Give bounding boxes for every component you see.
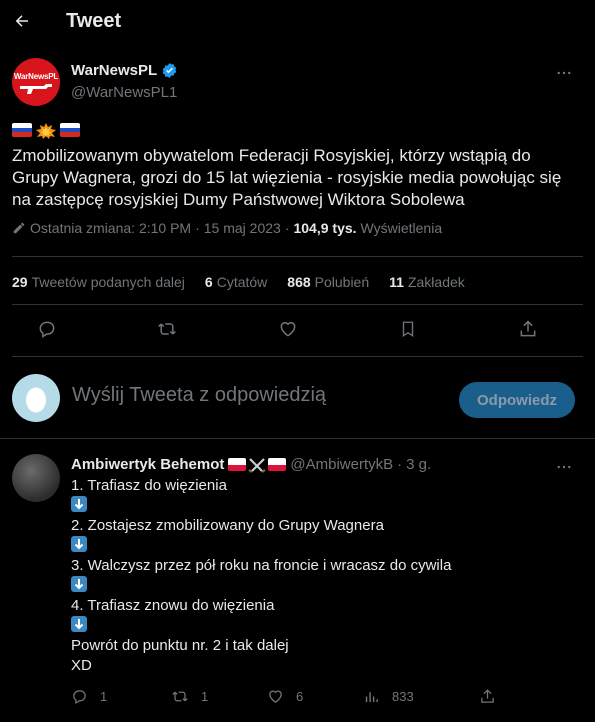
meta-separator: · <box>284 220 290 236</box>
rifle-icon <box>20 83 52 94</box>
divider <box>12 356 583 357</box>
likes-count: 868 <box>287 274 311 290</box>
down-arrow-icon <box>71 616 541 636</box>
reply-line: 4. Trafiasz znowu do więzienia <box>71 597 275 614</box>
tweet-author: WarNewsPL WarNewsPL @WarNewsPL1 <box>12 58 583 108</box>
tweet-meta: Ostatnia zmiana: 2:10 PM · 15 maj 2023 ·… <box>12 220 442 236</box>
reply-icon[interactable] <box>36 318 58 340</box>
emoji-row <box>12 123 80 139</box>
reply-views-action[interactable]: 833 <box>363 688 479 705</box>
retweets-label: Tweetów podanych dalej <box>31 274 185 290</box>
avatar[interactable]: WarNewsPL <box>12 58 60 106</box>
tweet-stats: 29 Tweetów podanych dalej 6 Cytatów 868 Pol… <box>12 274 465 290</box>
reply-button[interactable]: Odpowiedz <box>459 382 575 418</box>
reply-composer: Odpowiedz <box>12 370 575 426</box>
divider <box>0 438 595 439</box>
like-count: 6 <box>296 689 304 704</box>
avatar[interactable] <box>12 454 60 502</box>
poland-flag-icon <box>228 458 247 471</box>
default-avatar-egg-icon <box>12 374 60 422</box>
views-label: Wyświetlenia <box>360 220 443 236</box>
likes-label: Polubień <box>314 274 370 290</box>
poland-flag-icon <box>268 458 287 471</box>
reply-line: 2. Zostajesz zmobilizowany do Grupy Wagn… <box>71 517 384 534</box>
like-heart-icon[interactable] <box>267 688 284 705</box>
russia-flag-icon <box>12 123 32 137</box>
quotes-count: 6 <box>204 274 213 290</box>
edited-label[interactable]: Ostatnia zmiana: 2:10 PM <box>30 220 191 236</box>
reply-input[interactable] <box>72 384 442 407</box>
retweet-icon[interactable] <box>156 318 178 340</box>
quotes-stat[interactable]: 6 Cytatów <box>205 274 267 290</box>
name-emojis <box>228 457 287 473</box>
down-arrow-icon <box>71 576 541 596</box>
reply-line: 1. Trafiasz do więzienia <box>71 477 227 494</box>
meta-separator: · <box>397 456 403 473</box>
likes-stat[interactable]: 868 Polubień <box>287 274 369 290</box>
retweets-count: 29 <box>12 274 28 290</box>
russia-flag-icon <box>60 123 80 137</box>
share-icon[interactable] <box>517 318 539 340</box>
divider <box>12 304 583 305</box>
page-title: Tweet <box>66 9 122 32</box>
reply-text: 1. Trafiasz do więzienia 2. Zostajesz zm… <box>71 476 541 676</box>
tweet-date[interactable]: 15 maj 2023 <box>204 220 281 236</box>
bookmarks-label: Zakładek <box>407 274 465 290</box>
divider <box>12 256 583 257</box>
more-options-icon[interactable] <box>553 456 575 478</box>
reply-line: Powrót do punktu nr. 2 i tak dalej <box>71 637 289 654</box>
views-count: 104,9 tys. <box>293 220 357 236</box>
more-options-icon[interactable] <box>553 62 575 84</box>
like-heart-icon[interactable] <box>277 318 299 340</box>
tweet-action-bar <box>36 318 539 340</box>
avatar-logo-text: WarNewsPL <box>13 71 59 81</box>
retweets-stat[interactable]: 29 Tweetów podanych dalej <box>12 274 185 290</box>
reply-action-bar: 1 1 6 833 <box>71 688 496 705</box>
share-icon[interactable] <box>479 688 496 705</box>
reply-reply-action[interactable]: 1 <box>71 688 171 705</box>
quotes-label: Cytatów <box>216 274 268 290</box>
reply-count: 1 <box>100 689 108 704</box>
retweet-count: 1 <box>201 689 209 704</box>
edit-pencil-icon <box>13 222 25 234</box>
bookmarks-count: 11 <box>389 274 404 290</box>
top-bar: Tweet <box>0 0 595 42</box>
reply-share-action[interactable] <box>479 688 496 705</box>
reply-line: XD <box>71 657 92 674</box>
meta-separator: · <box>195 220 200 236</box>
author-handle[interactable]: @WarNewsPL1 <box>71 84 177 101</box>
reply-time[interactable]: 3 g. <box>406 456 431 473</box>
reply-line: 3. Walczysz przez pół roku na froncie i … <box>71 557 452 574</box>
tweet-text: Zmobilizowanym obywatelom Federacji Rosy… <box>12 146 562 209</box>
retweet-icon[interactable] <box>171 688 189 705</box>
reply-author-name[interactable]: Ambiwertyk Behemot <box>71 456 224 473</box>
down-arrow-icon <box>71 496 541 516</box>
bookmarks-stat[interactable]: 11 Zakładek <box>389 274 465 290</box>
bookmark-icon[interactable] <box>397 318 419 340</box>
author-name[interactable]: WarNewsPL <box>71 62 157 79</box>
views-count: 833 <box>392 689 414 704</box>
crossed-swords-icon <box>248 457 266 473</box>
views-chart-icon[interactable] <box>363 688 380 705</box>
back-arrow-icon[interactable] <box>12 11 32 31</box>
verified-badge-icon <box>162 63 177 78</box>
down-arrow-icon <box>71 536 541 556</box>
reply-like-action[interactable]: 6 <box>267 688 363 705</box>
explosion-icon <box>36 123 56 139</box>
reply-retweet-action[interactable]: 1 <box>171 688 267 705</box>
reply-author-handle[interactable]: @AmbiwertykB <box>290 456 393 473</box>
reply-icon[interactable] <box>71 688 88 705</box>
